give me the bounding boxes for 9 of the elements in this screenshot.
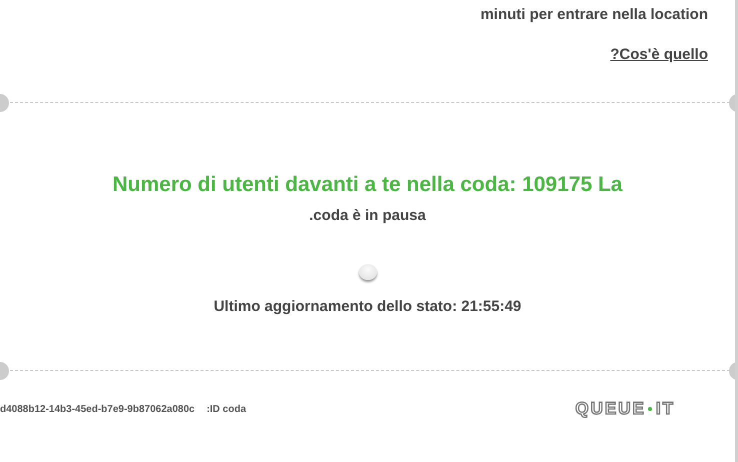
queue-id-label: :ID coda [206, 404, 246, 414]
logo: QUEUE IT [575, 399, 675, 419]
paused-text: .coda è in pausa [309, 207, 426, 224]
spinner-icon [358, 264, 376, 280]
help-link[interactable]: ?Cos'è quello [610, 46, 708, 63]
status-text: Ultimo aggiornamento dello stato: 21:55:49 [214, 298, 522, 315]
queue-id: d4088b12-14b3-45ed-b7e9-9b87062a080c [0, 404, 195, 414]
wait-text: minuti per entrare nella location [480, 5, 708, 25]
queue-position-text: Numero di utenti davanti a te nella coda: 109175 La [112, 173, 622, 197]
